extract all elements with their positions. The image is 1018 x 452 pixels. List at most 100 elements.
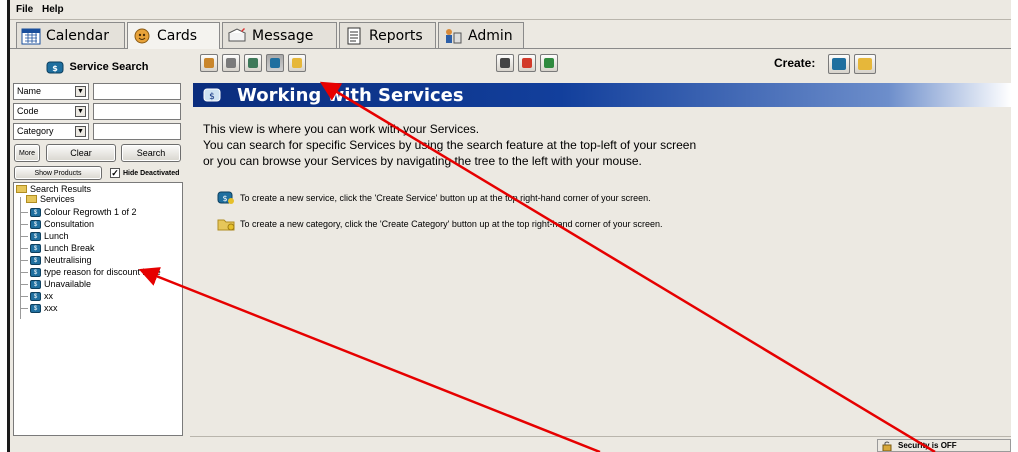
section-banner: $ Working with Services — [193, 83, 1011, 107]
svg-text:$: $ — [52, 64, 58, 73]
create-category-hint: To create a new category, click the 'Cre… — [217, 216, 663, 231]
service-icon: $ — [30, 255, 41, 265]
search-button[interactable]: Search — [121, 144, 181, 162]
tab-reports[interactable]: Reports — [339, 22, 436, 48]
tab-message[interactable]: Message — [222, 22, 337, 48]
service-icon: $ — [30, 231, 41, 241]
tree-item-service[interactable]: $ Consultation — [30, 219, 94, 229]
create-service-button[interactable] — [828, 54, 850, 74]
field-label: Category — [17, 126, 54, 136]
chevron-down-icon: ▼ — [75, 126, 86, 137]
grid-icon — [544, 58, 554, 68]
tree-item-service[interactable]: $ Unavailable — [30, 279, 91, 289]
lock-icon — [882, 441, 894, 451]
content-divider — [190, 436, 1011, 437]
cards-icon — [132, 27, 152, 45]
tree-line — [20, 284, 28, 285]
tree-item-label: xxx — [44, 303, 58, 313]
svg-text:$: $ — [222, 194, 227, 203]
tab-cards[interactable]: Cards — [127, 22, 220, 49]
service-icon: $ — [30, 279, 41, 289]
toolbar-button-2[interactable] — [222, 54, 240, 72]
toolbar-button-5[interactable] — [288, 54, 306, 72]
checkbox-box: ✓ — [110, 168, 120, 178]
tree-item-label: xx — [44, 291, 53, 301]
banner-title: Working with Services — [237, 85, 464, 106]
code-filter-row: Code ▼ — [13, 103, 183, 120]
tree-item-label: Lunch Break — [44, 243, 95, 253]
field-label: Name — [17, 86, 42, 96]
more-button[interactable]: More — [14, 144, 40, 162]
toolbar-sort-button[interactable] — [518, 54, 536, 72]
tree-folder-services[interactable]: Services — [26, 194, 75, 204]
menu-bar: File Help — [10, 0, 1011, 20]
menu-file[interactable]: File — [16, 4, 33, 15]
service-icon: $ — [46, 60, 64, 74]
tab-admin[interactable]: Admin — [438, 22, 524, 48]
category-input[interactable] — [93, 123, 181, 140]
tab-label: Calendar — [46, 27, 109, 44]
toolbar-button-services[interactable] — [266, 54, 284, 72]
intro-text: This view is where you can work with you… — [203, 121, 696, 169]
toolbar-button-1[interactable] — [200, 54, 218, 72]
tree-item-service[interactable]: $ xx — [30, 291, 53, 301]
tree-item-label: Consultation — [44, 219, 95, 229]
tree-item-label: type reason for discount here — [44, 267, 161, 277]
tree-line — [20, 248, 28, 249]
hide-deactivated-label: Hide Deactivated — [123, 169, 180, 177]
tree-root[interactable]: Search Results — [16, 184, 91, 194]
name-input[interactable] — [93, 83, 181, 100]
tab-label: Reports — [369, 27, 423, 44]
intro-line: or you can browse your Services by navig… — [203, 154, 642, 168]
folder-icon — [16, 185, 27, 193]
tree-root-label: Search Results — [30, 184, 92, 194]
hide-deactivated-checkbox[interactable]: ✓ Hide Deactivated — [110, 168, 179, 178]
service-search-title: Service Search — [69, 61, 149, 73]
calendar-icon — [21, 27, 41, 45]
status-bar — [10, 438, 1011, 452]
service-icon: $ — [30, 291, 41, 301]
admin-icon — [443, 27, 463, 45]
tree-item-label: Unavailable — [44, 279, 92, 289]
tree-item-service[interactable]: $ Colour Regrowth 1 of 2 — [30, 207, 137, 217]
code-field-select[interactable]: Code ▼ — [13, 103, 89, 120]
name-filter-row: Name ▼ — [13, 83, 183, 100]
folder-icon — [26, 195, 37, 203]
tree-item-label: Neutralising — [44, 255, 92, 265]
category-field-select[interactable]: Category ▼ — [13, 123, 89, 140]
tree-item-label: Colour Regrowth 1 of 2 — [44, 207, 137, 217]
tab-label: Message — [252, 27, 314, 44]
create-category-icon — [858, 58, 872, 70]
sort-icon — [522, 58, 532, 68]
intro-line: This view is where you can work with you… — [203, 122, 480, 136]
tree-line — [20, 260, 28, 261]
create-category-hint-text: To create a new category, click the 'Cre… — [240, 218, 663, 229]
binoculars-icon — [500, 58, 510, 68]
service-icon: $ — [30, 219, 41, 229]
create-service-hint: $ To create a new service, click the 'Cr… — [217, 190, 651, 205]
category-filter-row: Category ▼ — [13, 123, 183, 140]
svg-text:$: $ — [209, 92, 215, 102]
tree-item-service[interactable]: $ xxx — [30, 303, 58, 313]
app-window: File Help Calendar Cards Message Reports… — [7, 0, 1011, 452]
tab-calendar[interactable]: Calendar — [16, 22, 125, 48]
tree-item-service[interactable]: $ type reason for discount here — [30, 267, 161, 277]
tree-item-label: Lunch — [44, 231, 69, 241]
tree-item-service[interactable]: $ Lunch — [30, 231, 69, 241]
tree-item-service[interactable]: $ Neutralising — [30, 255, 92, 265]
service-icon: $ — [30, 267, 41, 277]
people-icon — [226, 58, 236, 68]
create-service-icon: $ — [217, 190, 235, 205]
tree-item-service[interactable]: $ Lunch Break — [30, 243, 95, 253]
tree-folder-label: Services — [40, 194, 75, 204]
clear-button[interactable]: Clear — [46, 144, 116, 162]
name-field-select[interactable]: Name ▼ — [13, 83, 89, 100]
cards-icon — [204, 58, 214, 68]
show-products-button[interactable]: Show Products — [14, 166, 102, 180]
toolbar-button-3[interactable] — [244, 54, 262, 72]
create-category-button[interactable] — [854, 54, 876, 74]
toolbar-grid-button[interactable] — [540, 54, 558, 72]
code-input[interactable] — [93, 103, 181, 120]
toolbar-binoculars-button[interactable] — [496, 54, 514, 72]
menu-help[interactable]: Help — [42, 4, 64, 15]
